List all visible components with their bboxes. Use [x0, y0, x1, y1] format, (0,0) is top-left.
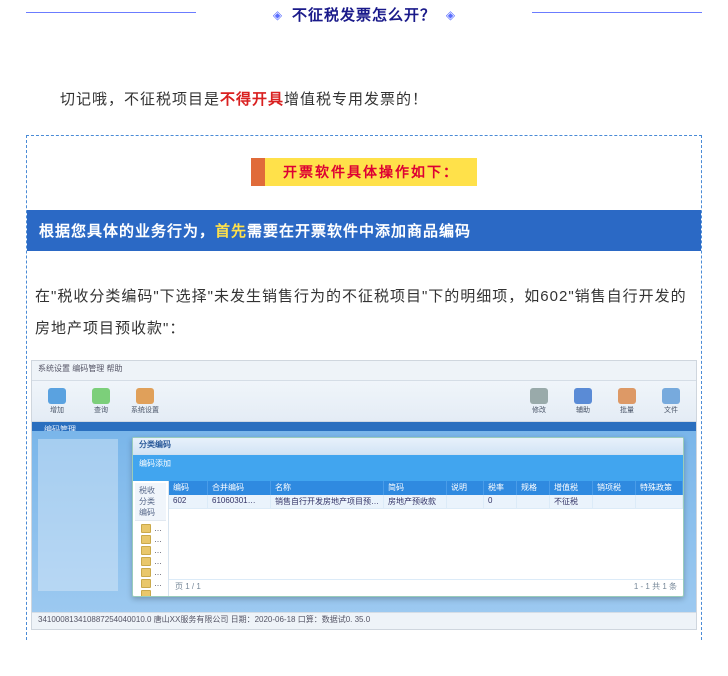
- tree-heading: 税收分类编码: [135, 483, 166, 521]
- pager-right: 1 - 1 共 1 条: [634, 581, 677, 595]
- dialog-classification: 分类编码 编码添加 税收分类编码 货物 劳务 销售服务 无形资产 不动产 未发生…: [132, 437, 684, 597]
- col-code[interactable]: 编码: [169, 481, 208, 495]
- blue-prefix: 根据您具体的业务行为，: [39, 223, 215, 240]
- tree-item[interactable]: 货物: [141, 523, 166, 534]
- instruction-box: 开票软件具体操作如下： 根据您具体的业务行为，首先需要在开票软件中添加商品编码 …: [26, 135, 702, 640]
- app-statusbar: 341000813410887254040010.0 唐山XX服务有限公司 日期…: [32, 612, 696, 629]
- col-vat[interactable]: 增值税: [550, 481, 593, 495]
- cell-short: 房地产预收款: [384, 495, 447, 508]
- app-sidebar: [38, 439, 118, 591]
- body-text: 在"税收分类编码"下选择"未发生销售行为的不征税项目"下的明细项，如602"销售…: [35, 288, 687, 337]
- toolbar-btn-aux[interactable]: 辅助: [566, 384, 600, 418]
- app-screenshot: 系统设置 编码管理 帮助 增加 查询 系统设置 修改 辅助 批量 文件 编码管理…: [31, 360, 697, 630]
- grid-header: 编码 合并编码 名称 简码 说明 税率 规格 增值税 销项税 特殊政策: [169, 481, 683, 495]
- blue-suffix: 需要在开票软件中添加商品编码: [247, 223, 471, 240]
- intro-highlight: 不得开具: [220, 91, 284, 108]
- dialog-title: 分类编码: [133, 438, 683, 455]
- dialog-toolbar[interactable]: 编码添加: [133, 455, 683, 481]
- body-paragraph: 在"税收分类编码"下选择"未发生销售行为的不征税项目"下的明细项，如602"销售…: [27, 251, 701, 354]
- title-text: 不征税发票怎么开？: [292, 4, 436, 25]
- tree-item[interactable]: 无形资产: [141, 556, 166, 567]
- yellow-heading: 开票软件具体操作如下：: [251, 158, 477, 186]
- tree-item[interactable]: 未发生销售行为的不征税项目: [141, 578, 166, 589]
- toolbar-btn-add[interactable]: 增加: [40, 384, 74, 418]
- app-menubar[interactable]: 系统设置 编码管理 帮助: [32, 361, 696, 381]
- grid-row[interactable]: 602 61060301… 销售自行开发房地产项目预… 房地产预收款 0 不征税: [169, 495, 683, 509]
- col-desc[interactable]: 说明: [447, 481, 484, 495]
- grid-pager[interactable]: 页 1 / 1 1 - 1 共 1 条: [169, 579, 683, 596]
- col-rate[interactable]: 税率: [484, 481, 517, 495]
- diamond-icon: ◈: [273, 8, 282, 22]
- category-tree[interactable]: 税收分类编码 货物 劳务 销售服务 无形资产 不动产 未发生销售行为的不征税项目…: [133, 481, 169, 596]
- pager-left: 页 1 / 1: [175, 581, 201, 595]
- cell-merged: 61060301…: [208, 495, 271, 508]
- intro-prefix: 切记哦，不征税项目是: [60, 91, 220, 108]
- col-merged[interactable]: 合并编码: [208, 481, 271, 495]
- col-out[interactable]: 销项税: [593, 481, 636, 495]
- toolbar-btn-search[interactable]: 查询: [84, 384, 118, 418]
- tree-item[interactable]: 预付卡销售和充值: [141, 589, 166, 596]
- col-spec[interactable]: 规格: [517, 481, 550, 495]
- cell-desc: [447, 495, 484, 508]
- toolbar-btn-batch[interactable]: 批量: [610, 384, 644, 418]
- cell-name: 销售自行开发房地产项目预…: [271, 495, 384, 508]
- toolbar-btn-file[interactable]: 文件: [654, 384, 688, 418]
- result-grid: 编码 合并编码 名称 简码 说明 税率 规格 增值税 销项税 特殊政策: [169, 481, 683, 596]
- intro-suffix: 增值税专用发票的！: [284, 91, 428, 108]
- toolbar-btn-edit[interactable]: 修改: [522, 384, 556, 418]
- blue-highlight: 首先: [215, 223, 247, 240]
- tree-item[interactable]: 劳务: [141, 534, 166, 545]
- col-name[interactable]: 名称: [271, 481, 384, 495]
- col-special[interactable]: 特殊政策: [636, 481, 683, 495]
- tree-item[interactable]: 销售服务: [141, 545, 166, 556]
- app-toolbar: 增加 查询 系统设置 修改 辅助 批量 文件: [32, 381, 696, 422]
- toolbar-btn-settings[interactable]: 系统设置: [128, 384, 162, 418]
- blue-heading: 根据您具体的业务行为，首先需要在开票软件中添加商品编码: [27, 210, 701, 251]
- col-short[interactable]: 简码: [384, 481, 447, 495]
- cell-code: 602: [169, 495, 208, 508]
- intro-paragraph: 切记哦，不征税项目是不得开具增值税专用发票的！: [0, 85, 728, 115]
- cell-rate: 0: [484, 495, 517, 508]
- cell-spec: 不征税: [550, 495, 593, 508]
- app-main: 分类编码 编码添加 税收分类编码 货物 劳务 销售服务 无形资产 不动产 未发生…: [32, 431, 696, 613]
- section-title: ◈ 不征税发票怎么开？ ◈: [0, 0, 728, 27]
- diamond-icon: ◈: [446, 8, 455, 22]
- tree-item[interactable]: 不动产: [141, 567, 166, 578]
